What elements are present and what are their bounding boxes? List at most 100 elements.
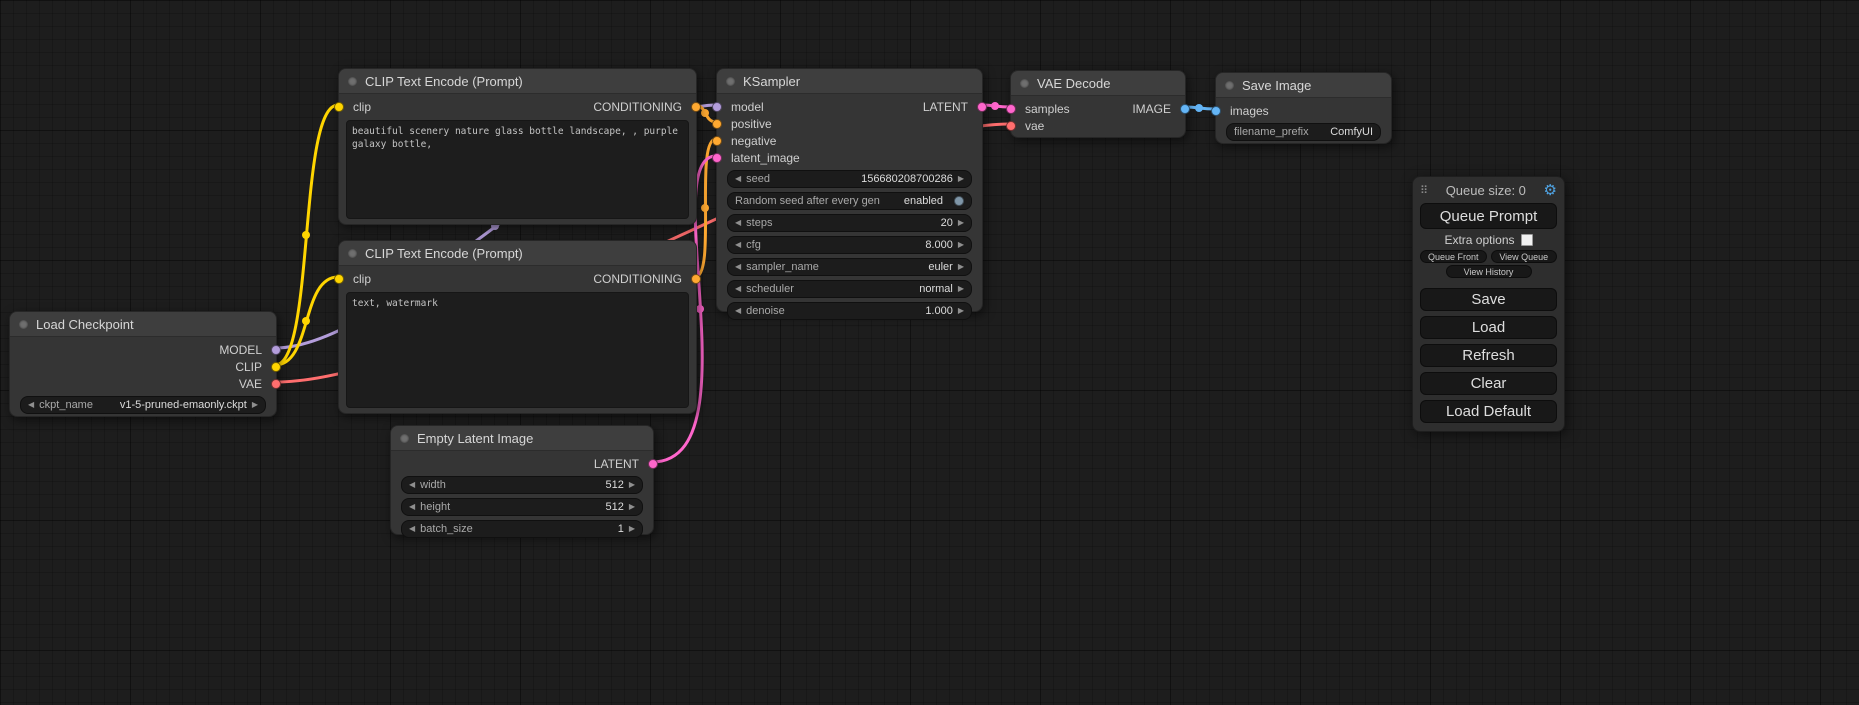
node-save-image[interactable]: Save Image images filename_prefix ComfyU… bbox=[1215, 72, 1392, 144]
output-dot-image[interactable] bbox=[1180, 104, 1190, 114]
output-dot-conditioning[interactable] bbox=[691, 274, 701, 284]
output-dot-latent[interactable] bbox=[648, 459, 658, 469]
node-title-bar[interactable]: CLIP Text Encode (Prompt) bbox=[339, 69, 696, 94]
collapse-dot-icon[interactable] bbox=[726, 77, 735, 86]
collapse-dot-icon[interactable] bbox=[348, 249, 357, 258]
widget-cfg[interactable]: ◀ cfg 8.000 ▶ bbox=[727, 236, 972, 254]
output-label-image: IMAGE bbox=[1132, 102, 1171, 116]
node-title-bar[interactable]: CLIP Text Encode (Prompt) bbox=[339, 241, 696, 266]
prev-arrow-icon[interactable]: ◀ bbox=[735, 285, 741, 293]
input-dot-model[interactable] bbox=[712, 102, 722, 112]
slot-row: images bbox=[1216, 102, 1391, 119]
collapse-dot-icon[interactable] bbox=[400, 434, 409, 443]
next-arrow-icon[interactable]: ▶ bbox=[958, 263, 964, 271]
node-vae-decode[interactable]: VAE Decode samples IMAGE vae bbox=[1010, 70, 1186, 138]
view-history-button[interactable]: View History bbox=[1446, 265, 1532, 278]
widget-seed[interactable]: ◀ seed 156680208700286 ▶ bbox=[727, 170, 972, 188]
link-dot-clip-positive bbox=[302, 231, 310, 239]
prev-arrow-icon[interactable]: ◀ bbox=[735, 241, 741, 249]
prev-arrow-icon[interactable]: ◀ bbox=[28, 401, 34, 409]
collapse-dot-icon[interactable] bbox=[1225, 81, 1234, 90]
node-ksampler[interactable]: KSampler model LATENT positive negative … bbox=[716, 68, 983, 312]
widget-random-seed-toggle[interactable]: Random seed after every gen enabled bbox=[727, 192, 972, 210]
prev-arrow-icon[interactable]: ◀ bbox=[735, 175, 741, 183]
input-dot-negative[interactable] bbox=[712, 136, 722, 146]
input-dot-latent-image[interactable] bbox=[712, 153, 722, 163]
node-load-checkpoint[interactable]: Load Checkpoint MODEL CLIP VAE ◀ ckpt_na… bbox=[9, 311, 277, 417]
input-dot-images[interactable] bbox=[1211, 106, 1221, 116]
node-title-bar[interactable]: Load Checkpoint bbox=[10, 312, 276, 337]
widget-height[interactable]: ◀ height 512 ▶ bbox=[401, 498, 643, 516]
next-arrow-icon[interactable]: ▶ bbox=[958, 219, 964, 227]
widget-steps[interactable]: ◀ steps 20 ▶ bbox=[727, 214, 972, 232]
slot-row: clip CONDITIONING bbox=[339, 98, 696, 115]
view-queue-button[interactable]: View Queue bbox=[1491, 250, 1558, 263]
positive-prompt-textarea[interactable]: beautiful scenery nature glass bottle la… bbox=[346, 120, 689, 219]
output-slot-clip: CLIP bbox=[10, 358, 276, 375]
input-dot-vae[interactable] bbox=[1006, 121, 1016, 131]
collapse-dot-icon[interactable] bbox=[19, 320, 28, 329]
slot-row: samples IMAGE bbox=[1011, 100, 1185, 117]
clear-button[interactable]: Clear bbox=[1420, 372, 1557, 395]
queue-front-button[interactable]: Queue Front bbox=[1420, 250, 1487, 263]
node-clip-text-encode-positive[interactable]: CLIP Text Encode (Prompt) clip CONDITION… bbox=[338, 68, 697, 225]
queue-prompt-button[interactable]: Queue Prompt bbox=[1420, 203, 1557, 229]
output-dot-clip[interactable] bbox=[271, 362, 281, 372]
next-arrow-icon[interactable]: ▶ bbox=[629, 503, 635, 511]
widget-batch-size[interactable]: ◀ batch_size 1 ▶ bbox=[401, 520, 643, 538]
node-title: KSampler bbox=[743, 74, 800, 89]
prev-arrow-icon[interactable]: ◀ bbox=[735, 219, 741, 227]
settings-gear-icon[interactable]: ⚙ bbox=[1544, 183, 1557, 198]
widget-name: denoise bbox=[746, 305, 785, 317]
input-dot-positive[interactable] bbox=[712, 119, 722, 129]
node-title-bar[interactable]: Save Image bbox=[1216, 73, 1391, 98]
load-default-button[interactable]: Load Default bbox=[1420, 400, 1557, 423]
widget-denoise[interactable]: ◀ denoise 1.000 ▶ bbox=[727, 302, 972, 320]
next-arrow-icon[interactable]: ▶ bbox=[252, 401, 258, 409]
load-button[interactable]: Load bbox=[1420, 316, 1557, 339]
prev-arrow-icon[interactable]: ◀ bbox=[409, 481, 415, 489]
next-arrow-icon[interactable]: ▶ bbox=[629, 525, 635, 533]
widget-filename-prefix[interactable]: filename_prefix ComfyUI bbox=[1226, 123, 1381, 141]
prev-arrow-icon[interactable]: ◀ bbox=[735, 263, 741, 271]
prev-arrow-icon[interactable]: ◀ bbox=[409, 503, 415, 511]
next-arrow-icon[interactable]: ▶ bbox=[958, 241, 964, 249]
output-dot-vae[interactable] bbox=[271, 379, 281, 389]
node-title-bar[interactable]: VAE Decode bbox=[1011, 71, 1185, 96]
next-arrow-icon[interactable]: ▶ bbox=[629, 481, 635, 489]
output-dot-model[interactable] bbox=[271, 345, 281, 355]
collapse-dot-icon[interactable] bbox=[1020, 79, 1029, 88]
prev-arrow-icon[interactable]: ◀ bbox=[409, 525, 415, 533]
output-dot-latent[interactable] bbox=[977, 102, 987, 112]
node-title-bar[interactable]: KSampler bbox=[717, 69, 982, 94]
next-arrow-icon[interactable]: ▶ bbox=[958, 285, 964, 293]
next-arrow-icon[interactable]: ▶ bbox=[958, 175, 964, 183]
widget-name: ckpt_name bbox=[39, 399, 93, 411]
widget-width[interactable]: ◀ width 512 ▶ bbox=[401, 476, 643, 494]
widget-sampler-name[interactable]: ◀ sampler_name euler ▶ bbox=[727, 258, 972, 276]
toggle-knob-icon[interactable] bbox=[954, 196, 964, 206]
collapse-dot-icon[interactable] bbox=[348, 77, 357, 86]
widget-value: 1 bbox=[618, 523, 624, 535]
node-empty-latent-image[interactable]: Empty Latent Image LATENT ◀ width 512 ▶ … bbox=[390, 425, 654, 535]
widget-name: batch_size bbox=[420, 523, 473, 535]
node-title-bar[interactable]: Empty Latent Image bbox=[391, 426, 653, 451]
node-clip-text-encode-negative[interactable]: CLIP Text Encode (Prompt) clip CONDITION… bbox=[338, 240, 697, 414]
widget-name: sampler_name bbox=[746, 261, 819, 273]
next-arrow-icon[interactable]: ▶ bbox=[958, 307, 964, 315]
input-dot-samples[interactable] bbox=[1006, 104, 1016, 114]
extra-options-checkbox[interactable] bbox=[1521, 234, 1533, 246]
output-dot-conditioning[interactable] bbox=[691, 102, 701, 112]
prev-arrow-icon[interactable]: ◀ bbox=[735, 307, 741, 315]
save-button[interactable]: Save bbox=[1420, 288, 1557, 311]
widget-ckpt-name[interactable]: ◀ ckpt_name v1-5-pruned-emaonly.ckpt ▶ bbox=[20, 396, 266, 414]
widget-scheduler[interactable]: ◀ scheduler normal ▶ bbox=[727, 280, 972, 298]
panel-drag-handle-icon[interactable]: ⠿ bbox=[1420, 184, 1428, 197]
refresh-button[interactable]: Refresh bbox=[1420, 344, 1557, 367]
widget-value: 512 bbox=[605, 479, 623, 491]
extra-options-row: Extra options bbox=[1420, 231, 1557, 248]
negative-prompt-textarea[interactable]: text, watermark bbox=[346, 292, 689, 408]
input-dot-clip[interactable] bbox=[334, 102, 344, 112]
input-dot-clip[interactable] bbox=[334, 274, 344, 284]
node-graph-canvas[interactable]: Load Checkpoint MODEL CLIP VAE ◀ ckpt_na… bbox=[0, 0, 1859, 705]
